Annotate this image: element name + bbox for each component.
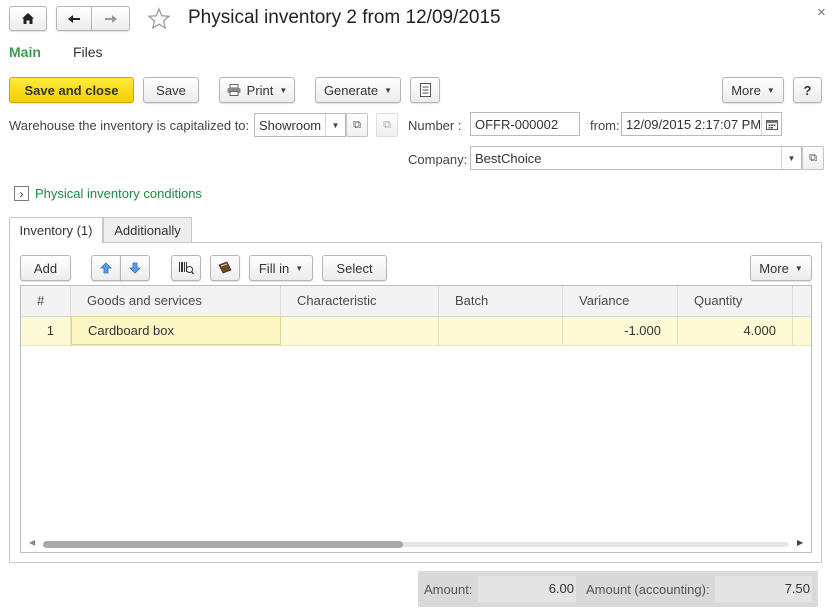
barcode-icon: [179, 262, 194, 275]
select-button[interactable]: Select: [322, 255, 387, 281]
column-header-quantity[interactable]: Quantity: [678, 286, 793, 316]
cell-variance[interactable]: -1.000: [563, 317, 678, 345]
barcode-search-button[interactable]: [171, 255, 201, 281]
scrollbar-thumb[interactable]: [43, 541, 403, 548]
print-button[interactable]: Print ▼: [219, 77, 295, 103]
tab-inventory[interactable]: Inventory (1): [9, 217, 103, 244]
star-icon: [147, 7, 171, 30]
table-row[interactable]: 1 Cardboard box -1.000 4.000: [21, 316, 811, 346]
conditions-toggle[interactable]: ›: [14, 186, 29, 201]
more-label: More: [731, 82, 761, 98]
table-header: # Goods and services Characteristic Batc…: [21, 286, 811, 317]
add-button[interactable]: Add: [20, 255, 71, 281]
calendar-icon[interactable]: [761, 113, 781, 135]
move-up-button[interactable]: [91, 255, 121, 281]
amount-label: Amount:: [424, 582, 473, 597]
warehouse-label: Warehouse the inventory is capitalized t…: [9, 118, 250, 133]
fill-in-button[interactable]: Fill in ▼: [249, 255, 313, 281]
column-header-goods[interactable]: Goods and services: [71, 286, 281, 316]
generate-button[interactable]: Generate ▼: [315, 77, 401, 103]
column-header-characteristic[interactable]: Characteristic: [281, 286, 439, 316]
chevron-right-icon: ›: [19, 186, 24, 201]
document-icon: [419, 83, 431, 97]
save-button[interactable]: Save: [143, 77, 199, 103]
print-label: Print: [246, 82, 274, 98]
totals-bar: Amount: 6.00 Amount (accounting): 7.50: [418, 571, 818, 607]
chevron-down-icon[interactable]: ▼: [781, 147, 801, 169]
amount-value: 6.00: [478, 576, 576, 602]
forward-button[interactable]: [91, 6, 130, 31]
company-label: Company:: [408, 152, 468, 167]
cell-characteristic[interactable]: [281, 317, 439, 345]
arrow-up-icon: [100, 262, 112, 274]
cell-number[interactable]: 1: [21, 317, 71, 345]
company-value: BestChoice: [475, 150, 542, 166]
generate-label: Generate: [323, 82, 379, 98]
arrow-right-icon: [104, 14, 117, 23]
more-button[interactable]: More ▼: [722, 77, 784, 103]
home-icon: [22, 13, 34, 24]
table-more-button[interactable]: More ▼: [750, 255, 812, 281]
column-header-batch[interactable]: Batch: [439, 286, 563, 316]
open-window-icon: ⧉: [353, 118, 361, 131]
scanner-button[interactable]: [210, 255, 240, 281]
column-header-variance[interactable]: Variance: [563, 286, 678, 316]
chevron-down-icon[interactable]: ▼: [325, 114, 345, 136]
horizontal-scrollbar[interactable]: ◀ ▶: [21, 536, 811, 552]
back-button[interactable]: [56, 6, 92, 31]
close-button[interactable]: ×: [817, 4, 826, 21]
conditions-link[interactable]: Physical inventory conditions: [35, 186, 202, 201]
page-title: Physical inventory 2 from 12/09/2015: [188, 7, 501, 28]
chevron-down-icon: ▼: [279, 85, 288, 95]
amount-accounting-value: 7.50: [715, 576, 812, 602]
company-field[interactable]: BestChoice ▼: [470, 146, 802, 170]
scroll-right-icon[interactable]: ▶: [797, 538, 803, 547]
copy-button[interactable]: ⧉: [376, 113, 398, 137]
table-more-label: More: [759, 260, 789, 276]
warehouse-open-button[interactable]: ⧉: [346, 113, 368, 137]
report-button[interactable]: [410, 77, 440, 103]
warehouse-value: Showroom: [259, 117, 322, 133]
cell-batch[interactable]: [439, 317, 563, 345]
column-header-number[interactable]: #: [21, 286, 71, 316]
column-header-overflow: [793, 286, 811, 316]
help-button[interactable]: ?: [793, 77, 822, 103]
number-label: Number :: [408, 118, 462, 133]
cell-goods[interactable]: Cardboard box: [71, 316, 281, 345]
chevron-down-icon: ▼: [384, 85, 393, 95]
date-field[interactable]: 12/09/2015 2:17:07 PM: [621, 112, 782, 136]
inventory-table: # Goods and services Characteristic Batc…: [20, 285, 812, 553]
open-window-icon: ⧉: [809, 151, 817, 164]
tab-main[interactable]: Main: [9, 44, 41, 60]
chevron-down-icon: ▼: [766, 85, 775, 95]
number-field[interactable]: OFFR-000002: [470, 112, 580, 136]
cell-quantity[interactable]: 4.000: [678, 317, 793, 345]
open-window-icon: ⧉: [383, 118, 391, 131]
amount-accounting-label: Amount (accounting):: [586, 582, 710, 597]
home-button[interactable]: [9, 6, 47, 31]
scroll-left-icon[interactable]: ◀: [29, 538, 35, 547]
tab-files[interactable]: Files: [73, 44, 103, 60]
move-down-button[interactable]: [120, 255, 150, 281]
scanner-icon: [218, 261, 232, 274]
tab-additionally[interactable]: Additionally: [103, 217, 192, 243]
from-label: from:: [590, 118, 620, 133]
save-and-close-button[interactable]: Save and close: [9, 77, 134, 103]
arrow-down-icon: [129, 262, 141, 274]
printer-icon: [227, 84, 241, 96]
date-value: 12/09/2015 2:17:07 PM: [626, 116, 760, 132]
arrow-left-icon: [68, 14, 80, 23]
company-open-button[interactable]: ⧉: [802, 146, 824, 170]
chevron-down-icon: ▼: [794, 263, 803, 273]
warehouse-field[interactable]: Showroom ▼: [254, 113, 346, 137]
favorite-star-button[interactable]: [147, 7, 171, 31]
fill-in-label: Fill in: [258, 260, 290, 276]
chevron-down-icon: ▼: [295, 263, 304, 273]
